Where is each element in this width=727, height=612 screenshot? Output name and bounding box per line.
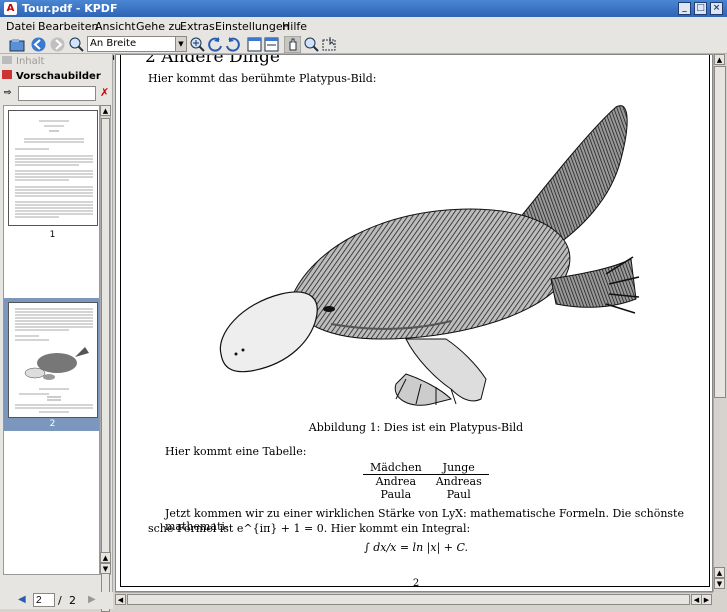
zoom-out-icon[interactable] (68, 36, 85, 53)
maximize-button[interactable]: □ (694, 2, 707, 15)
thumbnail-filter-input[interactable] (18, 86, 96, 101)
select-tool-icon[interactable] (321, 36, 338, 53)
table-header: Junge (442, 461, 475, 474)
clear-filter-icon[interactable]: ✗ (100, 86, 109, 99)
contents-icon (2, 56, 12, 64)
thumbnail-scrollbar[interactable]: ▲ ▲ ▼ (100, 105, 111, 612)
document-scroll-handle[interactable] (714, 66, 726, 398)
platypus-image (219, 105, 640, 406)
rotate-left-icon[interactable] (207, 36, 224, 53)
table-cell: Paula (380, 488, 412, 501)
next-page-icon[interactable]: ▶ (88, 594, 96, 605)
toolbar: An Breite anpassen ▼ (0, 35, 727, 63)
zoom-in-icon[interactable] (189, 36, 206, 53)
menu-einstellungen[interactable]: Einstellungen (215, 20, 290, 33)
document-view[interactable]: 2 Andere Dinge Hier kommt das berühmte P… (115, 54, 713, 592)
page-number: 2 (412, 578, 420, 589)
table-cell: Andrea (363, 474, 429, 488)
menu-ansicht[interactable]: Ansicht (95, 20, 136, 33)
scroll-right-icon[interactable]: ▶ (701, 594, 712, 605)
continuous-page-icon[interactable] (263, 36, 280, 53)
pdf-page: 2 Andere Dinge Hier kommt das berühmte P… (120, 54, 710, 589)
scroll-up-icon-lower[interactable]: ▲ (714, 567, 725, 578)
menu-datei[interactable]: Datei (6, 20, 35, 33)
intro-text: Hier kommt das berühmte Platypus-Bild: (148, 72, 377, 85)
page-navigation: ◀ / 2 ▶ (0, 592, 113, 609)
table-cell: Andreas (428, 474, 489, 488)
integral-formula: ∫ dx/x = ln |x| + C. (363, 541, 469, 554)
figure-caption: Abbildung 1: Dies ist ein Platypus-Bild (308, 421, 524, 434)
scroll-left-icon[interactable]: ◀ (115, 594, 126, 605)
minimize-button[interactable]: _ (678, 2, 691, 15)
page-total: 2 (69, 594, 76, 607)
document-vertical-scrollbar[interactable]: ▲ ▲ ▼ (713, 54, 727, 592)
page-number-input[interactable] (33, 593, 55, 607)
table-row: Paula Paul (363, 488, 489, 501)
page-1-preview (15, 120, 93, 218)
menu-gehe-zu[interactable]: Gehe zu (136, 20, 181, 33)
chevron-down-icon[interactable]: ▼ (175, 37, 186, 51)
section-heading: 2 Andere Dinge (145, 54, 280, 67)
previous-page-icon[interactable]: ◀ (18, 594, 26, 605)
thumbnail-label-2: 2 (49, 419, 56, 429)
table-header: Mädchen (370, 461, 422, 474)
browse-tool-icon[interactable] (284, 36, 301, 53)
scroll-down-icon[interactable]: ▼ (100, 563, 111, 574)
window-title: Tour.pdf - KPDF (22, 2, 118, 15)
thumbnail-label-1: 1 (49, 230, 56, 240)
thumbnail-list[interactable]: 1 2 (3, 105, 100, 575)
scroll-up-icon-lower[interactable]: ▲ (100, 552, 111, 563)
menu-bar: Datei Bearbeiten Ansicht Gehe zu Extras … (0, 17, 727, 35)
tab-thumbnails[interactable]: Vorschaubilder (2, 70, 110, 84)
scroll-up-icon[interactable]: ▲ (100, 105, 111, 116)
zoom-tool-icon[interactable] (303, 36, 320, 53)
sidebar: Inhalt Vorschaubilder ⇨ ✗ 1 2 ▲ ▲ ▼ (0, 54, 113, 612)
close-button[interactable]: × (710, 2, 723, 15)
zoom-select[interactable]: An Breite anpassen ▼ (87, 36, 187, 63)
thumbnail-scroll-handle[interactable] (101, 118, 110, 612)
tab-contents[interactable]: Inhalt (2, 56, 110, 69)
title-bar: A Tour.pdf - KPDF _ □ × (0, 0, 727, 17)
platypus-thumb-icon (24, 347, 89, 380)
menu-bearbeiten[interactable]: Bearbeiten (38, 20, 98, 33)
page-separator: / (58, 594, 62, 607)
scroll-down-icon[interactable]: ▼ (714, 578, 725, 589)
menu-hilfe[interactable]: Hilfe (282, 20, 307, 33)
table-intro: Hier kommt eine Tabelle: (165, 445, 307, 458)
names-table: Mädchen Junge Andrea Andreas Paula Paul (363, 461, 489, 501)
table-cell: Paul (446, 488, 471, 501)
tab-contents-label: Inhalt (16, 56, 45, 67)
document-horizontal-scrollbar[interactable]: ◀ ◀ ▶ (115, 592, 713, 606)
body-paragraph-line-2: sche Formel ist e^{iπ} + 1 = 0. Hier kom… (148, 522, 471, 535)
single-page-icon[interactable] (246, 36, 263, 53)
kpdf-app-icon[interactable]: A (4, 2, 17, 15)
thumbnail-filter: ⇨ ✗ (4, 86, 112, 102)
open-file-icon[interactable] (9, 36, 26, 53)
menu-extras[interactable]: Extras (180, 20, 215, 33)
thumbnail-page-1[interactable] (8, 110, 98, 226)
page-2-preview (15, 308, 93, 413)
back-icon[interactable] (30, 36, 47, 53)
horizontal-scroll-handle[interactable] (127, 594, 690, 605)
tab-thumbnails-label: Vorschaubilder (16, 71, 101, 82)
forward-icon[interactable] (49, 36, 66, 53)
rotate-right-icon[interactable] (224, 36, 241, 53)
filter-icon: ⇨ (4, 88, 12, 98)
scroll-up-icon[interactable]: ▲ (714, 54, 725, 65)
thumbnails-icon (2, 70, 12, 79)
table-row: Andrea Andreas (363, 474, 489, 488)
thumbnail-page-2[interactable] (8, 302, 98, 418)
